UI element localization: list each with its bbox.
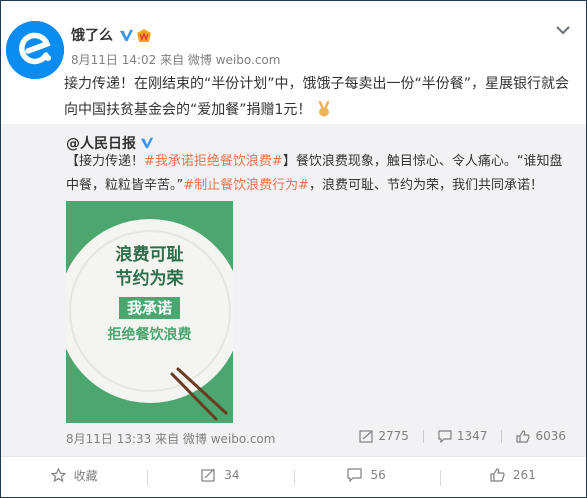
comment-icon bbox=[347, 468, 363, 482]
avatar[interactable] bbox=[6, 21, 64, 79]
repost-icon bbox=[359, 429, 373, 443]
chevron-down-icon[interactable] bbox=[556, 25, 570, 35]
poster-pill: 我承诺 bbox=[118, 297, 180, 319]
favorite-button[interactable]: 收藏 bbox=[1, 467, 147, 484]
verified-icon bbox=[140, 137, 154, 149]
divider bbox=[501, 429, 503, 443]
poster-line-1: 浪费可耻 bbox=[115, 245, 184, 265]
poster-line-2: 节约为荣 bbox=[115, 269, 184, 289]
post-meta: 8月11日 14:02 来自 微博 weibo.com bbox=[71, 53, 281, 67]
thumbs-up-icon bbox=[516, 429, 531, 443]
comment-count: 56 bbox=[370, 468, 386, 482]
repost-count: 34 bbox=[224, 468, 240, 482]
repost-button[interactable]: 34 bbox=[147, 468, 293, 486]
original-text-part: 【接力传递！ bbox=[66, 154, 145, 169]
post-text: 接力传递！在刚结束的“半份计划”中，饿饿子每卖出一份“半份餐”，星展银行就会向中… bbox=[64, 71, 574, 123]
member-badge-icon[interactable] bbox=[136, 28, 152, 43]
hashtag-link[interactable]: #我承诺拒绝餐饮浪费# bbox=[144, 154, 283, 169]
original-comment-stat[interactable]: 1347 bbox=[438, 429, 488, 443]
original-text-part: ，浪费可耻、节约为荣，我们共同承诺！ bbox=[309, 178, 544, 193]
action-bar: 收藏 34 56 261 bbox=[1, 461, 586, 489]
original-like-count: 6036 bbox=[535, 429, 566, 443]
victory-hand-emoji-icon bbox=[318, 101, 330, 117]
author-name[interactable]: 饿了么 bbox=[71, 25, 113, 45]
eleme-logo-icon bbox=[6, 21, 64, 79]
original-text: 【接力传递！#我承诺拒绝餐饮浪费#】餐饮浪费现象，触目惊心、令人痛心。“谁知盘中… bbox=[66, 150, 571, 198]
thumbs-up-icon bbox=[490, 468, 505, 482]
comment-icon bbox=[438, 429, 452, 443]
hashtag-link[interactable]: #制止餐饮浪费行为# bbox=[183, 178, 309, 193]
poster-image[interactable]: 浪费可耻 节约为荣 我承诺 拒绝餐饮浪费 bbox=[66, 201, 233, 423]
repost-icon bbox=[201, 468, 215, 482]
original-like-stat[interactable]: 6036 bbox=[516, 429, 566, 443]
original-stats: 2775 1347 6036 bbox=[345, 429, 566, 443]
original-repost-stat[interactable]: 2775 bbox=[359, 429, 409, 443]
weibo-card: 饿了么 8月11日 14:02 来自 微博 weibo.com 接力传递！在刚结… bbox=[0, 0, 587, 498]
poster-line-3: 拒绝餐饮浪费 bbox=[107, 327, 192, 343]
original-comment-count: 1347 bbox=[456, 429, 488, 443]
repost-box[interactable]: @人民日报 【接力传递！#我承诺拒绝餐饮浪费#】餐饮浪费现象，触目惊心、令人痛心… bbox=[1, 124, 586, 456]
like-count: 261 bbox=[512, 468, 536, 482]
verified-icon bbox=[119, 29, 134, 41]
comment-button[interactable]: 56 bbox=[293, 468, 440, 486]
like-button[interactable]: 261 bbox=[439, 468, 586, 486]
favorite-label: 收藏 bbox=[73, 468, 98, 483]
divider bbox=[1, 456, 586, 457]
divider bbox=[422, 429, 424, 443]
star-icon bbox=[50, 468, 66, 482]
original-repost-count: 2775 bbox=[378, 429, 409, 443]
original-meta: 8月11日 13:33 来自 微博 weibo.com bbox=[66, 432, 276, 446]
